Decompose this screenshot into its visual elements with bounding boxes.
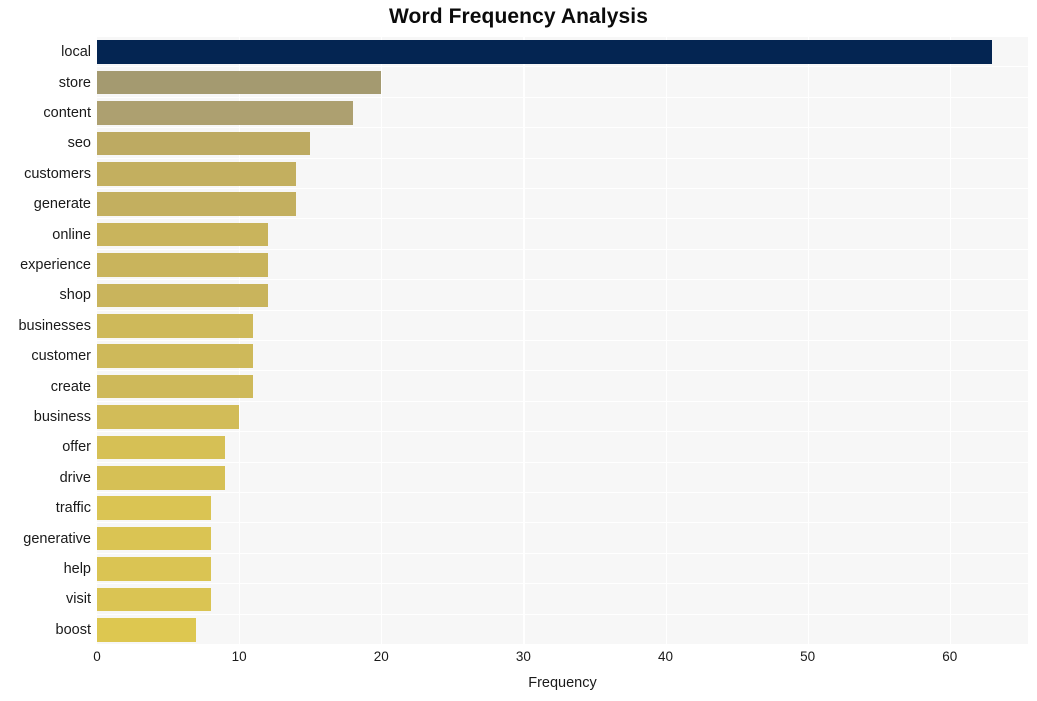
bar[interactable] (97, 587, 211, 612)
bar[interactable] (97, 313, 254, 338)
x-tick-60: 60 (942, 649, 958, 664)
x-tick-20: 20 (373, 649, 389, 664)
x-tick-30: 30 (515, 649, 531, 664)
bar[interactable] (97, 253, 268, 277)
y-axis-label-offer: offer (62, 439, 91, 456)
y-axis-label-online: online (52, 226, 91, 243)
y-axis-label-create: create (50, 378, 91, 395)
y-axis-label-business: business (33, 409, 91, 425)
x-tick-0: 0 (93, 649, 101, 664)
y-axis-label-businesses: businesses (18, 317, 91, 334)
row-band (97, 432, 1028, 463)
row-band (97, 523, 1028, 554)
bar[interactable] (97, 374, 254, 399)
bar[interactable] (97, 465, 225, 490)
y-axis-label-drive: drive (59, 469, 91, 486)
bar[interactable] (97, 192, 296, 217)
bar[interactable] (97, 70, 382, 95)
y-axis-label-experience: experience (20, 257, 91, 273)
x-axis-tick-labels: 0 10 20 30 40 50 60 (0, 650, 1037, 670)
bar[interactable] (97, 40, 993, 65)
y-axis-label-store: store (58, 74, 91, 91)
bar[interactable] (97, 131, 311, 156)
x-tick-40: 40 (658, 649, 674, 664)
y-axis-label-generate: generate (33, 196, 91, 213)
row-band (97, 584, 1028, 615)
x-axis-title: Frequency (528, 675, 597, 691)
bar[interactable] (97, 496, 211, 521)
y-axis-label-shop: shop (59, 287, 91, 304)
row-band (97, 554, 1028, 585)
y-axis-label-help: help (63, 561, 91, 577)
bar[interactable] (97, 222, 268, 247)
x-tick-10: 10 (231, 649, 247, 664)
bar[interactable] (97, 405, 240, 429)
x-tick-50: 50 (800, 649, 816, 664)
y-axis-label-generative: generative (23, 530, 91, 547)
row-band (97, 493, 1028, 524)
y-axis-label-boost: boost (55, 621, 91, 638)
bar[interactable] (97, 283, 268, 308)
bar[interactable] (97, 526, 211, 551)
y-axis-label-customer: customer (31, 348, 91, 365)
y-axis-category-labels: local store content seo customers generate onl… (0, 37, 91, 645)
row-band (97, 463, 1028, 493)
bar[interactable] (97, 161, 296, 186)
y-axis-label-visit: visit (66, 591, 91, 608)
bar[interactable] (97, 557, 211, 581)
bar[interactable] (97, 344, 254, 369)
bar[interactable] (97, 435, 225, 460)
y-axis-label-customers: customers (24, 165, 91, 182)
bar[interactable] (97, 101, 353, 125)
chart-title: Word Frequency Analysis (388, 5, 649, 28)
y-axis-label-content: content (43, 105, 91, 121)
row-band (97, 615, 1028, 645)
word-frequency-bar-chart: Word Frequency Analysis local store conten… (0, 0, 1037, 701)
y-axis-label-traffic: traffic (55, 500, 91, 517)
bar[interactable] (97, 617, 197, 642)
y-axis-label-seo: seo (67, 135, 91, 152)
plot-area (97, 37, 1028, 645)
y-axis-label-local: local (61, 44, 91, 61)
